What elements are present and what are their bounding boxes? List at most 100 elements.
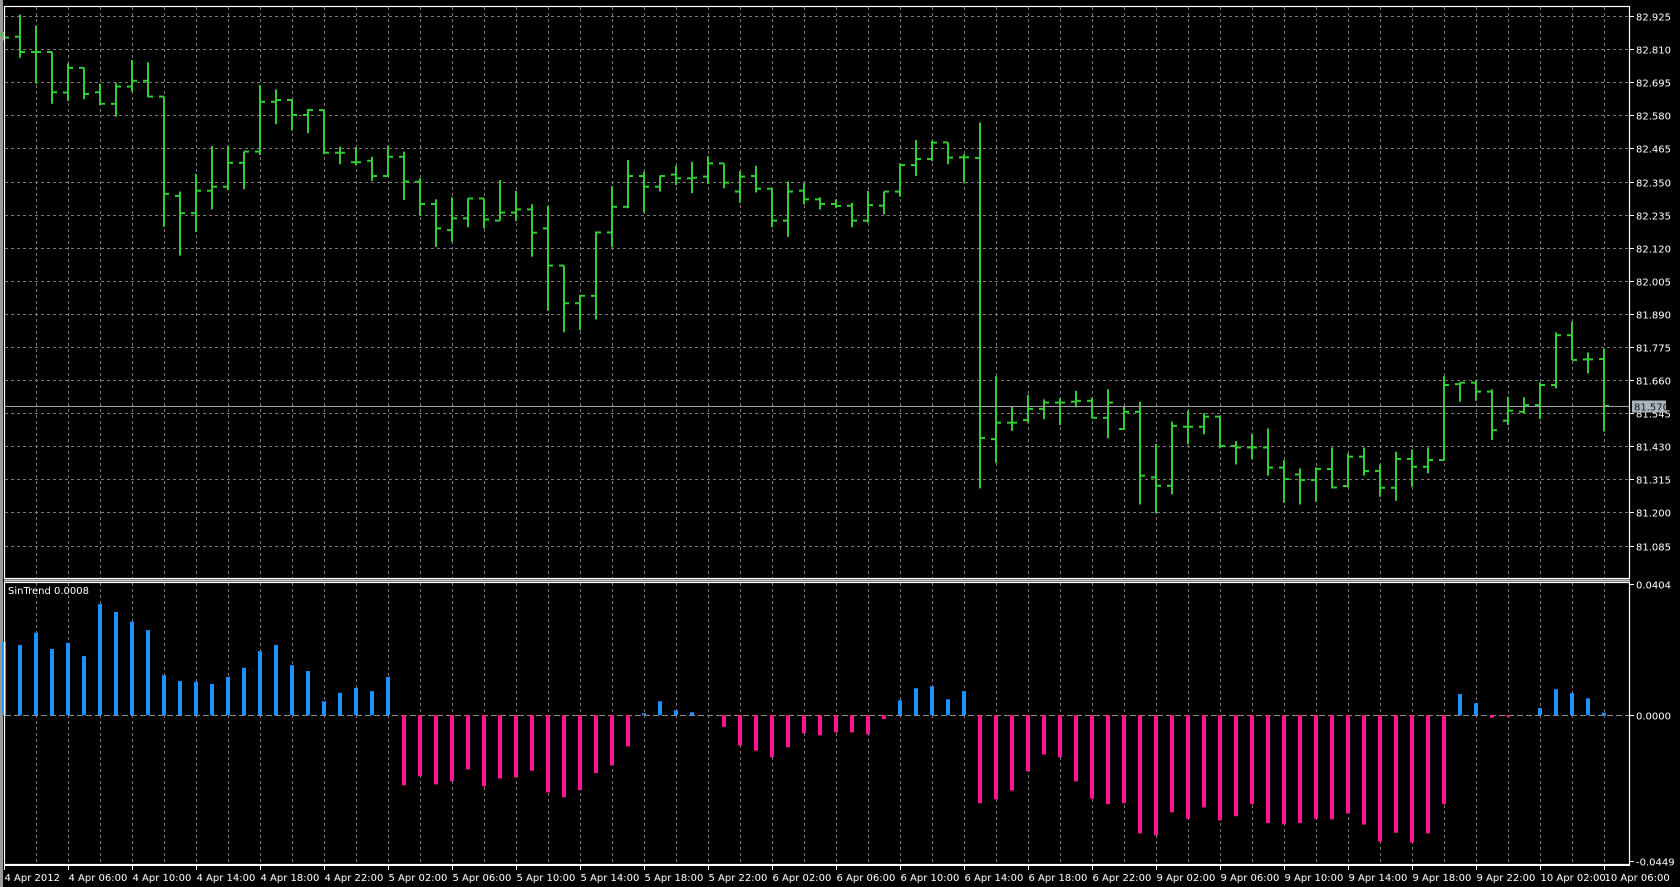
histogram-bar-negative xyxy=(1490,715,1494,718)
histogram-bar-negative xyxy=(1346,715,1350,814)
price-tick-label: 81.315 xyxy=(1636,476,1671,487)
time-tick-label: 9 Apr 06:00 xyxy=(1221,873,1280,884)
price-tick-label: 82.925 xyxy=(1636,13,1671,24)
time-tick-label: 5 Apr 10:00 xyxy=(517,873,576,884)
price-tick-label: 82.695 xyxy=(1636,79,1671,90)
histogram-bar-positive xyxy=(258,651,262,716)
histogram-bar-negative xyxy=(1170,715,1174,813)
time-tick-label: 9 Apr 22:00 xyxy=(1477,873,1536,884)
histogram-bar-negative xyxy=(1122,715,1126,804)
histogram-bar-positive xyxy=(354,687,358,716)
histogram-bar-negative xyxy=(1394,715,1398,833)
window-left-edge xyxy=(0,0,3,887)
price-tick-label: 82.350 xyxy=(1636,179,1671,190)
histogram-bar-negative xyxy=(482,715,486,787)
histogram-bar-negative xyxy=(1250,715,1254,805)
time-tick-label: 10 Apr 06:00 xyxy=(1605,873,1670,884)
histogram-bar-positive xyxy=(82,656,86,716)
histogram-bar-positive xyxy=(898,700,902,716)
time-tick-label: 6 Apr 06:00 xyxy=(837,873,896,884)
histogram-bar-negative xyxy=(402,715,406,786)
price-tick-label: 81.430 xyxy=(1636,443,1671,454)
histogram-bar-negative xyxy=(866,715,870,735)
histogram-bar-negative xyxy=(1378,715,1382,842)
histogram-bar-negative xyxy=(1234,715,1238,817)
histogram-bar-positive xyxy=(1474,703,1478,716)
indicator-tick-label: -0.0449 xyxy=(1636,858,1675,869)
histogram-bar-negative xyxy=(1186,715,1190,819)
time-tick-label: 9 Apr 18:00 xyxy=(1413,873,1472,884)
time-tick-label: 6 Apr 18:00 xyxy=(1029,873,1088,884)
histogram-bar-negative xyxy=(770,715,774,758)
histogram-bar-positive xyxy=(1458,694,1462,716)
histogram-bar-negative xyxy=(978,715,982,804)
histogram-bar-positive xyxy=(98,604,102,716)
current-price-label: 81.570 xyxy=(1634,403,1669,414)
price-tick-label: 81.890 xyxy=(1636,311,1671,322)
time-tick-label: 4 Apr 10:00 xyxy=(133,873,192,884)
histogram-bar-positive xyxy=(50,648,54,716)
histogram-bar-negative xyxy=(1282,715,1286,825)
histogram-bar-negative xyxy=(1138,715,1142,834)
time-tick-label: 10 Apr 02:00 xyxy=(1541,873,1606,884)
histogram-bar-positive xyxy=(130,621,134,716)
histogram-bar-positive xyxy=(690,712,694,716)
histogram-bar-negative xyxy=(722,715,726,727)
histogram-bar-negative xyxy=(1074,715,1078,782)
histogram-bar-negative xyxy=(578,715,582,791)
histogram-bar-negative xyxy=(786,715,790,748)
time-tick-label: 6 Apr 10:00 xyxy=(901,873,960,884)
time-tick-label: 5 Apr 18:00 xyxy=(645,873,704,884)
histogram-bar-negative xyxy=(434,715,438,785)
histogram-bar-positive xyxy=(290,665,294,716)
histogram-bar-positive xyxy=(322,701,326,716)
histogram-bar-negative xyxy=(498,715,502,779)
time-tick-label: 6 Apr 02:00 xyxy=(773,873,832,884)
histogram-bar-positive xyxy=(1586,698,1590,716)
histogram-bar-negative xyxy=(1298,715,1302,824)
histogram-bar-positive xyxy=(210,684,214,716)
histogram-bar-negative xyxy=(1426,715,1430,834)
time-tick-label: 4 Apr 18:00 xyxy=(261,873,320,884)
histogram-bar-negative xyxy=(594,715,598,773)
indicator-tick-label: 0.0000 xyxy=(1636,712,1671,723)
histogram-bar-positive xyxy=(1538,708,1542,716)
trading-chart-window[interactable]: 82.925 82.810 82.695 82.580 82.465 82.350 82.2… xyxy=(0,0,1680,887)
histogram-bar-negative xyxy=(1506,715,1510,717)
histogram-bar-positive xyxy=(146,630,150,716)
histogram-bar-negative xyxy=(818,715,822,736)
histogram-bar-positive xyxy=(962,691,966,716)
histogram-bar-negative xyxy=(418,715,422,777)
histogram-bar-negative xyxy=(994,715,998,800)
histogram-bar-positive xyxy=(1602,712,1606,716)
indicator-title: SinTrend 0.0008 xyxy=(8,586,89,597)
time-tick-label: 4 Apr 22:00 xyxy=(325,873,384,884)
price-tick-label: 82.120 xyxy=(1636,245,1671,256)
price-tick-label: 82.810 xyxy=(1636,46,1671,57)
histogram-bar-negative xyxy=(530,715,534,771)
time-tick-label: 4 Apr 2012 xyxy=(5,873,60,884)
histogram-bar-negative xyxy=(882,715,886,720)
histogram-bar-negative xyxy=(1106,715,1110,805)
histogram-bar-negative xyxy=(1058,715,1062,758)
histogram-bar-positive xyxy=(66,642,70,716)
histogram-bar-positive xyxy=(642,713,646,716)
histogram-bar-positive xyxy=(674,710,678,716)
histogram-bar-negative xyxy=(610,715,614,766)
histogram-bar-positive xyxy=(178,681,182,716)
price-tick-label: 81.775 xyxy=(1636,344,1671,355)
histogram-bar-negative xyxy=(1330,715,1334,820)
histogram-bar-negative xyxy=(802,715,806,734)
histogram-bar-negative xyxy=(466,715,470,770)
time-tick-label: 6 Apr 14:00 xyxy=(965,873,1024,884)
histogram-bar-positive xyxy=(114,611,118,716)
histogram-bar-negative xyxy=(1042,715,1046,755)
histogram-bar-negative xyxy=(754,715,758,751)
histogram-bar-negative xyxy=(738,715,742,746)
histogram-bar-positive xyxy=(194,681,198,716)
histogram-bar-negative xyxy=(1202,715,1206,808)
histogram-bar-positive xyxy=(658,701,662,716)
histogram-bar-positive xyxy=(306,671,310,716)
price-tick-label: 81.660 xyxy=(1636,377,1671,388)
histogram-bar-negative xyxy=(514,715,518,778)
